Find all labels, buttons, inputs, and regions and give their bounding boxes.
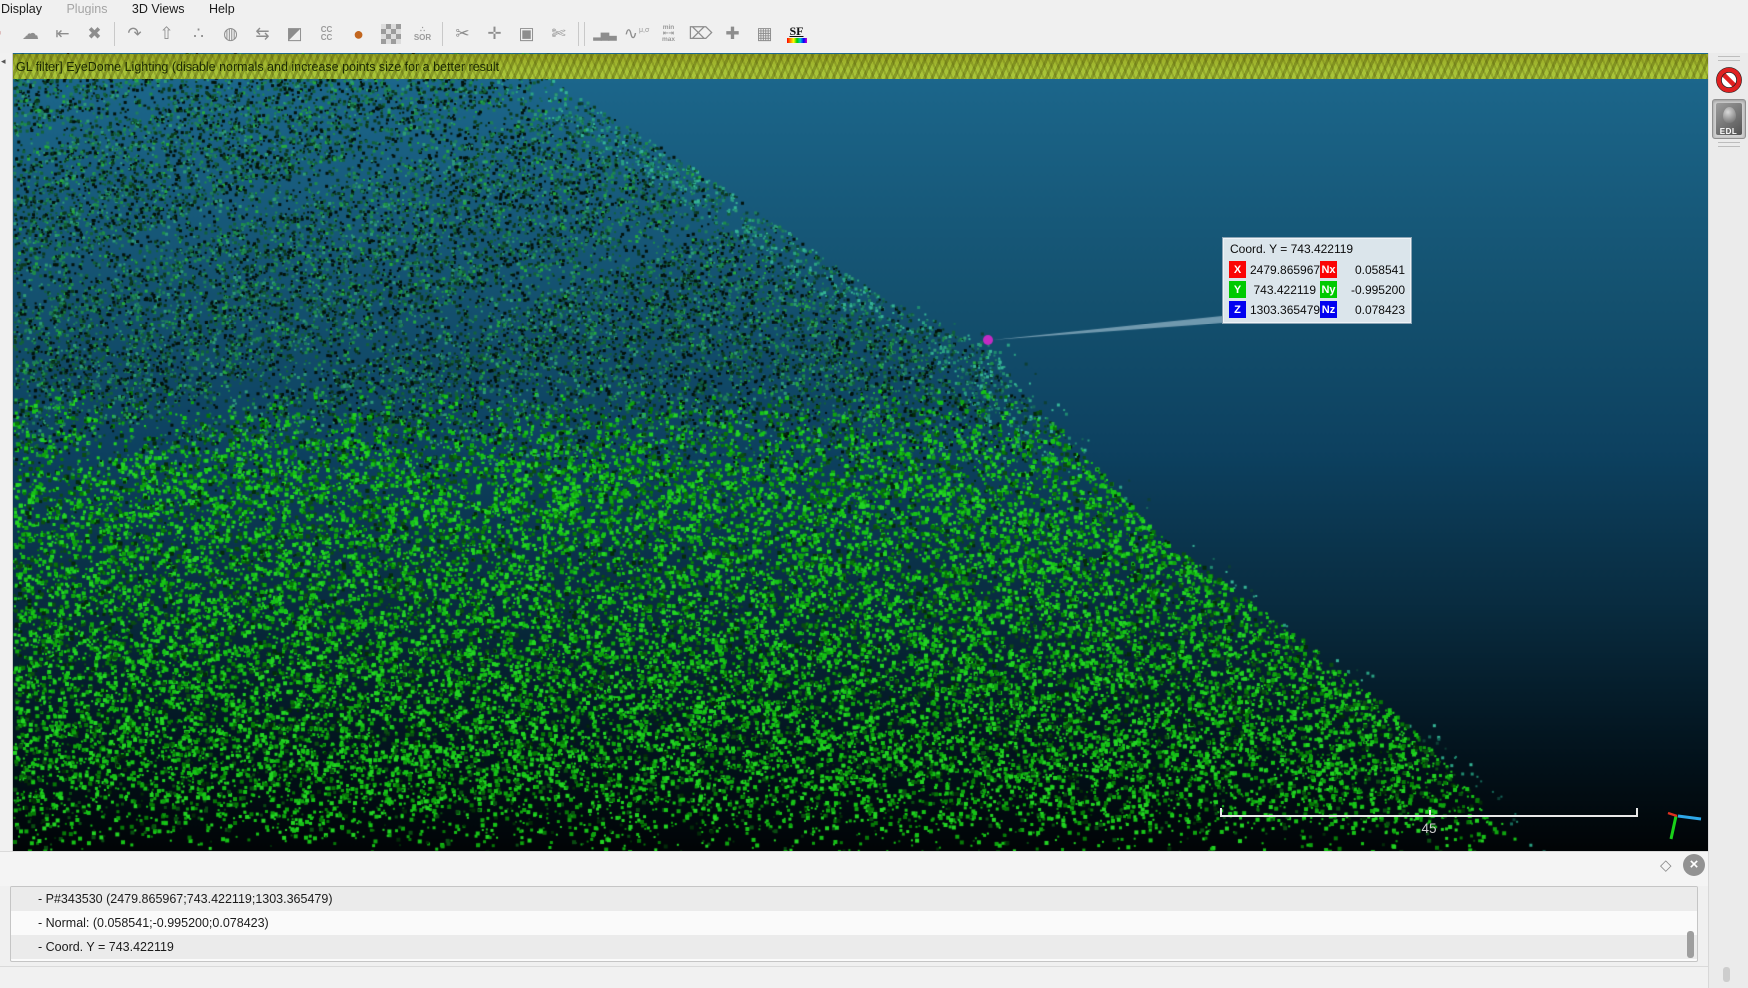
- clone-icon[interactable]: ↷: [122, 21, 147, 47]
- dock-mini-scrollbar[interactable]: [1723, 967, 1730, 982]
- menu-help[interactable]: Help: [199, 2, 245, 15]
- axis-y-chip: Y: [1229, 281, 1246, 298]
- add-sf-icon[interactable]: ✚: [720, 21, 745, 47]
- console-scrollbar-thumb[interactable]: [1687, 931, 1694, 958]
- clipping-box-icon[interactable]: ▣: [514, 21, 539, 47]
- delete-icon[interactable]: ✖: [82, 21, 107, 47]
- y-value: 743.422119: [1250, 283, 1316, 297]
- tooltip-title: Coord. Y = 743.422119: [1229, 241, 1405, 258]
- gl-filter-banner-text: GL filter] EyeDome Lighting (disable nor…: [13, 54, 1708, 80]
- tooltip-row-z: Z 1303.365479 Nz 0.078423: [1229, 301, 1405, 318]
- axis-ny-chip: Ny: [1320, 281, 1337, 298]
- menu-display[interactable]: Display: [0, 2, 52, 15]
- toolbar-double-separator: [578, 22, 585, 46]
- scale-bar-line: [1220, 808, 1638, 817]
- cloud-mesh-distance-icon[interactable]: ◩: [282, 21, 307, 47]
- console-row[interactable]: - P#343530 (2479.865967;743.422119;1303.…: [11, 887, 1697, 911]
- no-gl-filter-button[interactable]: [1715, 66, 1743, 94]
- delete-sf-icon[interactable]: ⌦: [688, 21, 713, 47]
- menu-plugins[interactable]: Plugins: [56, 2, 117, 15]
- gaussian-filter-icon[interactable]: ∿μ,σ: [624, 21, 649, 47]
- clipped-tool-icon[interactable]: ✚: [0, 21, 11, 47]
- console-row[interactable]: - Coord. Y = 743.422119: [11, 935, 1697, 959]
- cloudcompare-window: Display Plugins 3D Views Help ✚ ☁ ⇤ ✖ ↷ …: [0, 0, 1748, 988]
- nz-value: 0.078423: [1341, 303, 1405, 317]
- console-row[interactable]: - Normal: (0.058541;-0.995200;0.078423): [11, 911, 1697, 935]
- collapse-arrow-icon[interactable]: ◂: [1, 56, 12, 67]
- scale-bar-label: 45: [1220, 821, 1638, 836]
- subsample-icon[interactable]: ∴: [186, 21, 211, 47]
- nx-value: 0.058541: [1341, 263, 1405, 277]
- console-row-text: - P#343530 (2479.865967;743.422119;1303.…: [38, 892, 332, 906]
- console-close-button[interactable]: ×: [1683, 854, 1705, 876]
- scissors-segment-icon[interactable]: ✂: [450, 21, 475, 47]
- ny-value: -0.995200: [1341, 283, 1405, 297]
- segment-cloud-icon[interactable]: ☁: [18, 21, 43, 47]
- toolbar-grip[interactable]: [1718, 60, 1740, 61]
- console-row-text: - Normal: (0.058541;-0.995200;0.078423): [38, 916, 269, 930]
- checkerboard-icon: [381, 24, 401, 44]
- resample-icon[interactable]: ⇤: [50, 21, 75, 47]
- axis-z-chip: Z: [1229, 301, 1246, 318]
- scale-bar: 45: [1220, 808, 1638, 842]
- toolbar-separator: [114, 22, 115, 46]
- menu-bar: Display Plugins 3D Views Help: [0, 0, 1748, 15]
- undock-diamond-icon[interactable]: ◇: [1660, 856, 1672, 874]
- edl-filter-button[interactable]: EDL: [1712, 99, 1746, 139]
- toolbar-grip[interactable]: [1718, 142, 1740, 143]
- edl-button-label: EDL: [1713, 127, 1745, 136]
- point-cloud-canvas[interactable]: [13, 53, 1708, 851]
- viewport-3d[interactable]: GL filter] EyeDome Lighting (disable nor…: [13, 53, 1708, 851]
- density-checker-icon[interactable]: [378, 21, 403, 47]
- toolbar-grip[interactable]: [1718, 56, 1740, 57]
- translate-rotate-icon[interactable]: ✛: [482, 21, 507, 47]
- c2c-distance-icon[interactable]: CC CC: [314, 21, 339, 47]
- console-row-text: - Coord. Y = 743.422119: [38, 940, 174, 954]
- point-info-tooltip: Coord. Y = 743.422119 X 2479.865967 Nx 0…: [1222, 237, 1412, 324]
- toolbar-grip[interactable]: [1718, 146, 1740, 147]
- menu-3d-views[interactable]: 3D Views: [122, 2, 195, 15]
- filter-by-value-icon[interactable]: min ⇤⇥ max: [656, 21, 681, 47]
- left-dock-strip: ◂: [0, 53, 13, 851]
- sf-color-scale-icon[interactable]: SF: [784, 21, 809, 47]
- cross-section-icon[interactable]: ✄: [546, 21, 571, 47]
- axis-nx-chip: Nx: [1320, 261, 1337, 278]
- main-toolbar: ✚ ☁ ⇤ ✖ ↷ ⇧ ∴ ◍ ⇆ ◩ CC CC ● ∴ SOR ✂ ✛ ▣ …: [0, 15, 1748, 53]
- rainbow-scale-icon: [787, 38, 807, 43]
- gl-filters-dock: EDL: [1708, 53, 1748, 988]
- axis-x-chip: X: [1229, 261, 1246, 278]
- compute-normals-icon[interactable]: ⇧: [154, 21, 179, 47]
- z-value: 1303.365479: [1250, 303, 1316, 317]
- status-bar: [0, 966, 1708, 988]
- tooltip-row-y: Y 743.422119 Ny -0.995200: [1229, 281, 1405, 298]
- console-header: [0, 851, 1708, 886]
- poisson-recon-icon[interactable]: ●: [346, 21, 371, 47]
- toolbar-separator: [442, 22, 443, 46]
- console-list: - P#343530 (2479.865967;743.422119;1303.…: [10, 886, 1698, 962]
- sor-filter-icon[interactable]: ∴ SOR: [410, 21, 435, 47]
- sf-calculator-icon[interactable]: ▦: [752, 21, 777, 47]
- register-clouds-icon[interactable]: ⇆: [250, 21, 275, 47]
- tooltip-row-x: X 2479.865967 Nx 0.058541: [1229, 261, 1405, 278]
- gl-filter-banner: GL filter] EyeDome Lighting (disable nor…: [13, 54, 1708, 79]
- axis-trihedron-icon: [1658, 806, 1708, 850]
- x-value: 2479.865967: [1250, 263, 1316, 277]
- histogram-icon[interactable]: ▂▅▃: [592, 21, 617, 47]
- axis-nz-chip: Nz: [1320, 301, 1337, 318]
- mesh-sphere-icon[interactable]: ◍: [218, 21, 243, 47]
